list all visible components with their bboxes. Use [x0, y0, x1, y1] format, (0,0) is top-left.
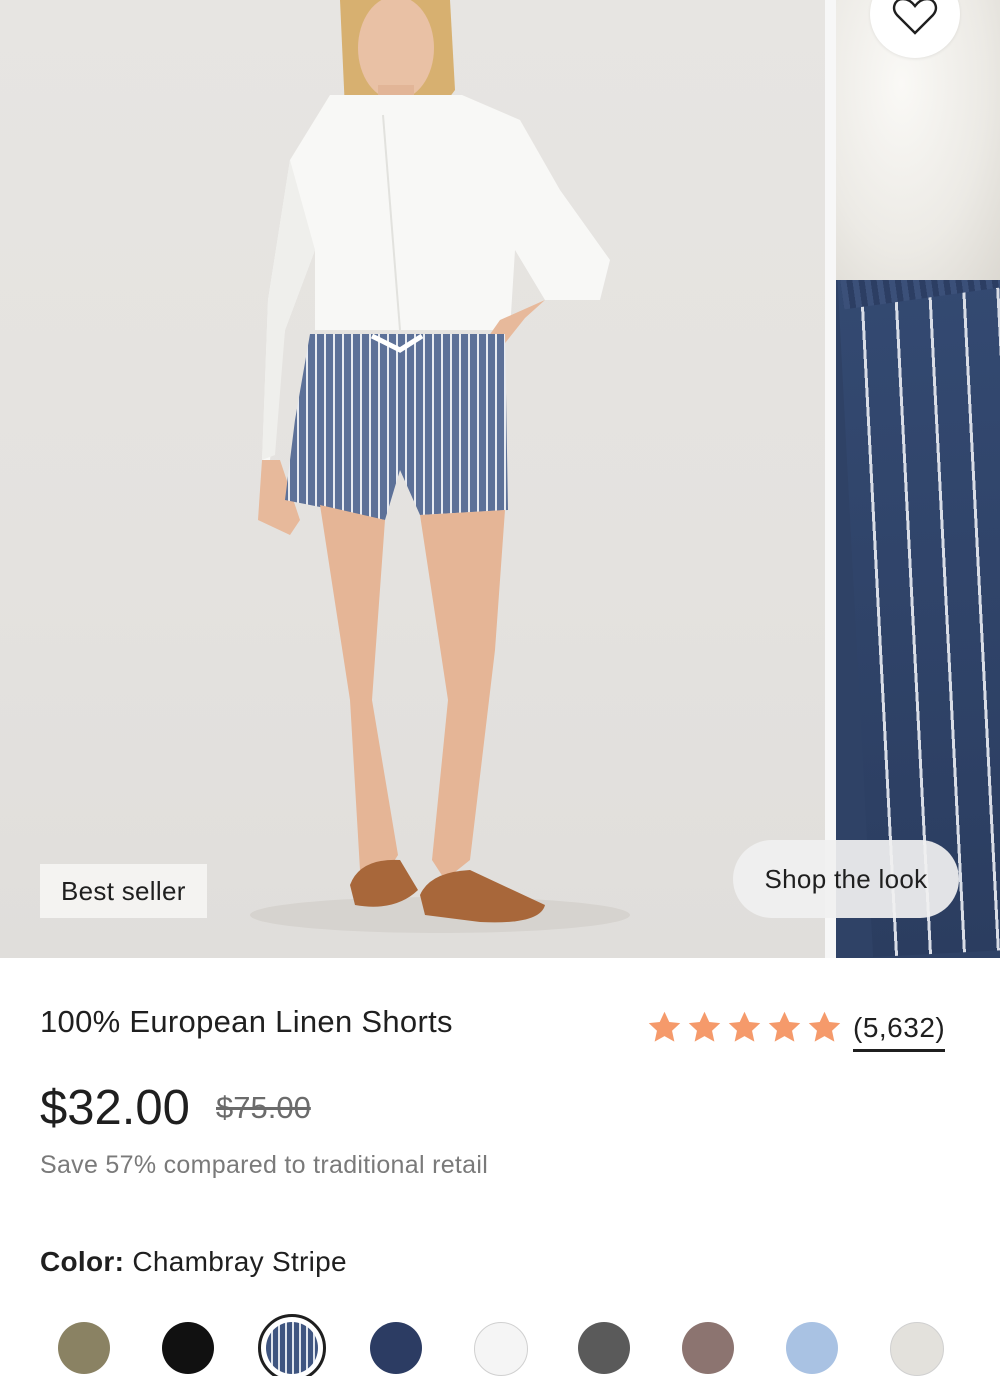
compare-at-price: $75.00: [216, 1090, 311, 1125]
review-count-link[interactable]: (5,632): [853, 1011, 946, 1052]
heart-icon: [892, 0, 938, 35]
product-photo-detail[interactable]: [836, 0, 1000, 958]
selected-color: Color: Chambray Stripe: [40, 1246, 347, 1278]
star-icon: [808, 1011, 841, 1042]
sale-price: $32.00: [40, 1081, 190, 1135]
star-icon: [688, 1011, 721, 1042]
color-swatch-chambray-stripe[interactable]: [258, 1314, 326, 1376]
gallery-gap: [825, 0, 836, 958]
star-rating: [646, 1009, 843, 1046]
color-value: Chambray Stripe: [132, 1246, 347, 1277]
star-icon: [648, 1011, 681, 1042]
product-photo-main[interactable]: [0, 0, 825, 958]
color-swatch-black[interactable]: [162, 1322, 214, 1374]
product-title: 100% European Linen Shorts: [40, 1004, 453, 1039]
best-seller-badge: Best seller: [40, 864, 207, 918]
shop-the-look-button[interactable]: Shop the look: [733, 840, 959, 918]
model-illustration: [250, 0, 630, 933]
savings-text: Save 57% compared to traditional retail: [40, 1151, 489, 1179]
color-swatch-olive[interactable]: [58, 1322, 110, 1374]
color-swatch-light-gray[interactable]: [890, 1322, 944, 1376]
color-swatch-light-blue[interactable]: [786, 1322, 838, 1374]
color-swatch-navy[interactable]: [370, 1322, 422, 1374]
color-swatch-plaid[interactable]: [578, 1322, 630, 1374]
star-icon: [728, 1011, 761, 1042]
color-swatch-white[interactable]: [474, 1322, 528, 1376]
color-label: Color:: [40, 1246, 125, 1277]
product-rating[interactable]: (5,632): [646, 1003, 946, 1052]
star-icon: [768, 1011, 801, 1042]
product-image-gallery[interactable]: Best seller Shop the look: [0, 0, 1000, 958]
color-swatch-check[interactable]: [682, 1322, 734, 1374]
